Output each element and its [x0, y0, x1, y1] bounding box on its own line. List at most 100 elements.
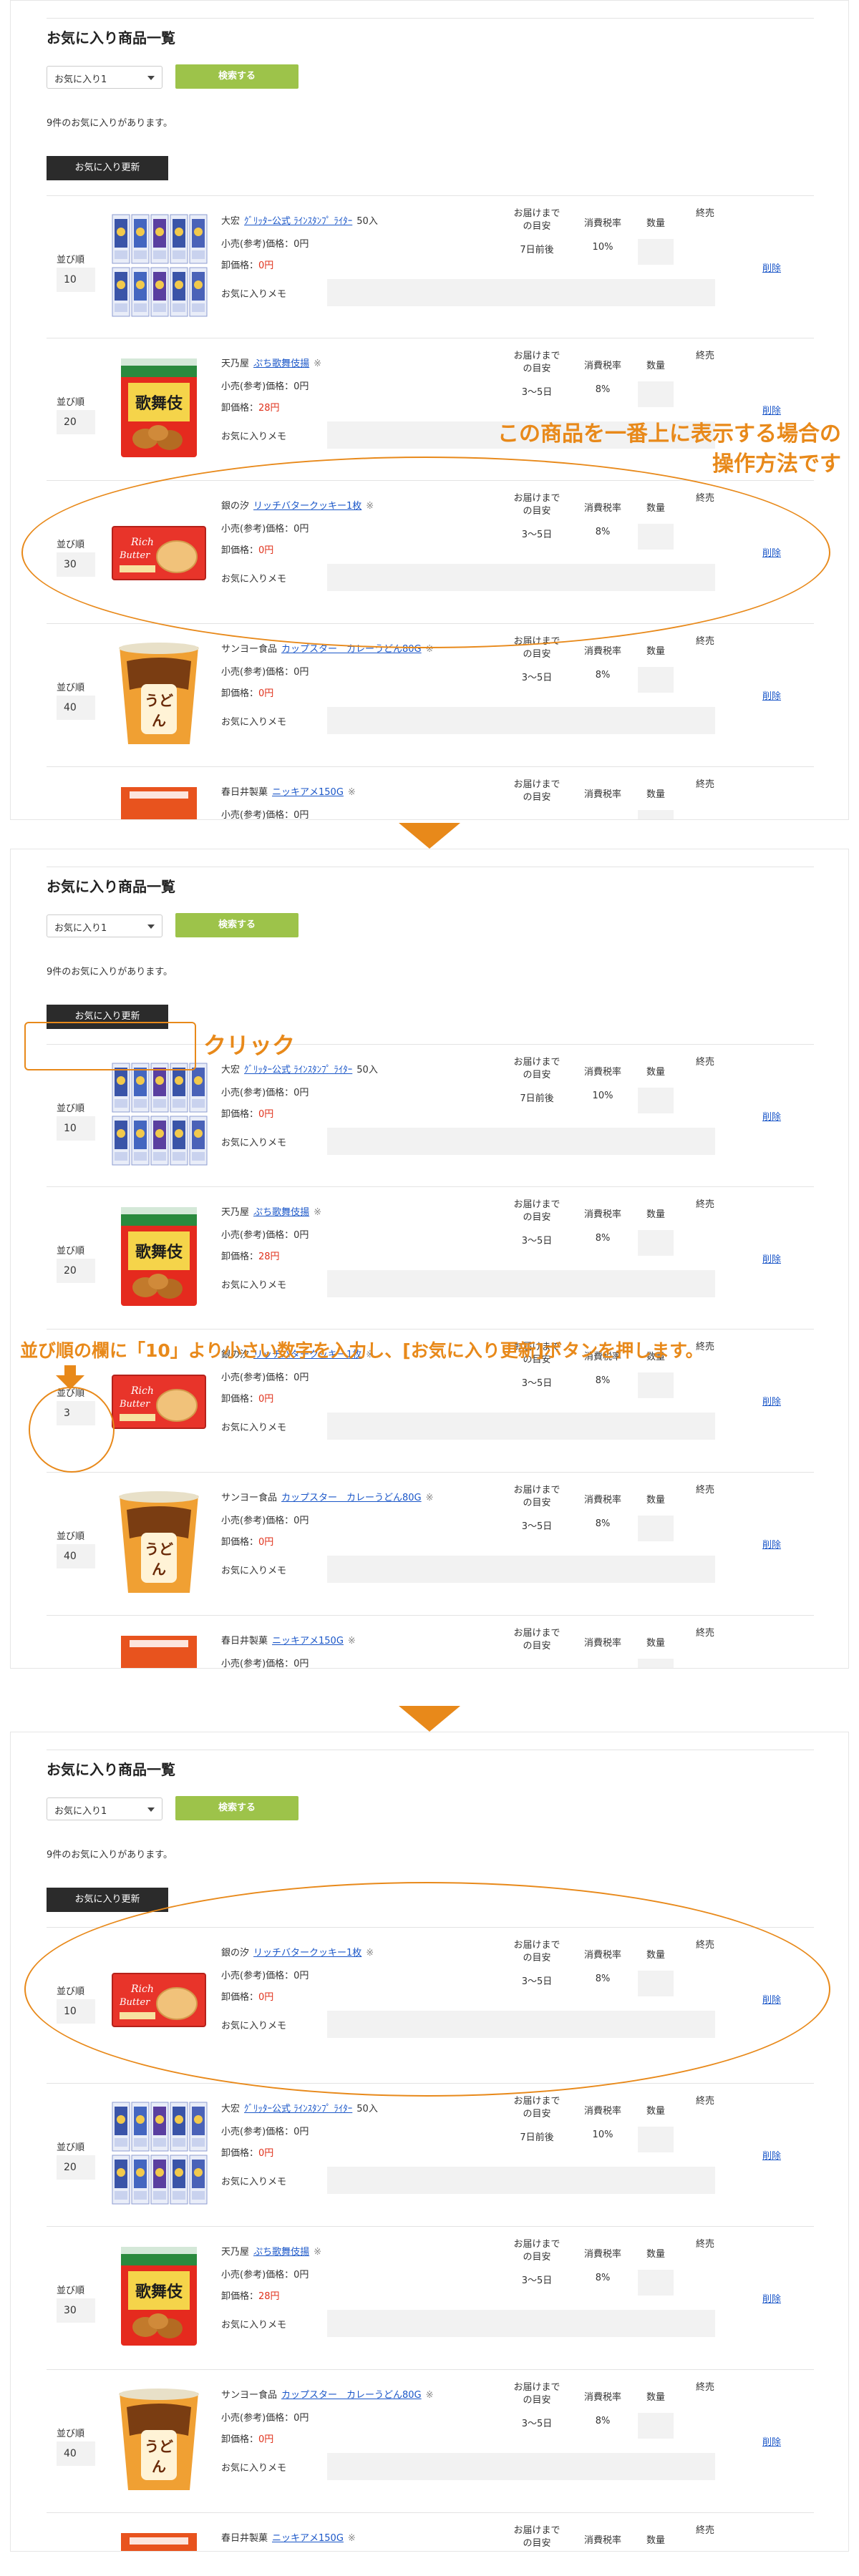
- quantity-input[interactable]: [638, 1516, 674, 1541]
- product-name-link[interactable]: ｸﾞﾘｯﾀｰ公式 ﾗｲﾝｽﾀﾝﾌﾟ ﾗｲﾀｰ: [244, 216, 352, 227]
- delete-link[interactable]: 削除: [762, 1394, 781, 1407]
- product-name-link[interactable]: ｸﾞﾘｯﾀｰ公式 ﾗｲﾝｽﾀﾝﾌﾟ ﾗｲﾀｰ: [244, 1065, 352, 1075]
- delete-link[interactable]: 削除: [762, 403, 781, 416]
- select-value: お気に入り1: [54, 923, 107, 934]
- product-image-sports[interactable]: [110, 2099, 208, 2207]
- sort-order-value: 40: [64, 1551, 77, 1562]
- qty-header: 数量: [646, 1495, 665, 1506]
- product-name-link[interactable]: ぷち歌舞伎揚: [253, 358, 309, 369]
- delete-link[interactable]: 削除: [762, 2434, 781, 2448]
- wholesale-label: 卸価格：: [221, 688, 259, 699]
- memo-input[interactable]: [327, 2167, 715, 2194]
- sort-order-input[interactable]: 30: [57, 2298, 95, 2323]
- quantity-input[interactable]: [638, 239, 674, 265]
- quantity-input[interactable]: [638, 2127, 674, 2152]
- sort-order-input[interactable]: 40: [57, 2441, 95, 2466]
- quantity-input[interactable]: [638, 667, 674, 693]
- delete-link[interactable]: 削除: [762, 2291, 781, 2305]
- favorites-count: 9件のお気に入りがあります。: [47, 118, 173, 129]
- memo-input[interactable]: [327, 279, 715, 306]
- product-note: 50入: [356, 216, 378, 227]
- memo-input[interactable]: [327, 1413, 715, 1440]
- product-note: ※: [314, 1207, 322, 1218]
- memo-input[interactable]: [327, 2453, 715, 2480]
- product-image-kabuki[interactable]: 歌舞伎: [110, 1203, 208, 1310]
- sort-order-label: 並び順: [57, 2429, 85, 2439]
- delete-link[interactable]: 削除: [762, 260, 781, 274]
- quantity-input[interactable]: [638, 1372, 674, 1398]
- product-name-link[interactable]: カップスター カレーうどん80G: [281, 2390, 422, 2401]
- memo-input[interactable]: [327, 1128, 715, 1155]
- product-name-link[interactable]: ニッキアメ150G: [272, 1636, 344, 1646]
- product-image-nikki[interactable]: [110, 783, 208, 819]
- search-button[interactable]: 検索する: [175, 913, 299, 937]
- discontinued-header: 終売: [695, 1485, 714, 1496]
- favorites-list-select[interactable]: お気に入り1: [47, 914, 162, 937]
- product-image-sports[interactable]: [110, 212, 208, 319]
- delivery-header: お届けまで の目安: [512, 1627, 562, 1653]
- sort-order-input[interactable]: 20: [57, 410, 95, 434]
- delete-link[interactable]: 削除: [762, 1252, 781, 1265]
- update-favorites-button[interactable]: お気に入り更新: [47, 1888, 168, 1912]
- sort-order-input[interactable]: 20: [57, 2155, 95, 2180]
- quantity-input[interactable]: [638, 381, 674, 407]
- product-image-nikki[interactable]: [110, 2529, 208, 2551]
- sort-order-input[interactable]: 10: [57, 268, 95, 292]
- memo-input[interactable]: [327, 707, 715, 734]
- product-image-udon[interactable]: うど ん: [110, 640, 208, 747]
- favorites-list-select[interactable]: お気に入り1: [47, 66, 162, 89]
- tax-header: 消費税率: [583, 218, 621, 229]
- sort-order-input[interactable]: 10: [57, 1116, 95, 1141]
- wholesale-label: 卸価格：: [221, 403, 259, 414]
- search-button[interactable]: 検索する: [175, 1796, 299, 1820]
- product-name-link[interactable]: ｸﾞﾘｯﾀｰ公式 ﾗｲﾝｽﾀﾝﾌﾟ ﾗｲﾀｰ: [244, 2104, 352, 2114]
- product-name-link[interactable]: ニッキアメ150G: [272, 787, 344, 798]
- product-name-link[interactable]: ぷち歌舞伎揚: [253, 1207, 309, 1218]
- maker-name: 天乃屋: [221, 1207, 250, 1218]
- page-title: お気に入り商品一覧: [47, 878, 175, 895]
- quantity-input[interactable]: [638, 1659, 674, 1668]
- svg-text:ん: ん: [152, 1561, 166, 1578]
- delivery-value: 3～5日: [521, 387, 553, 398]
- product-note: ※: [425, 1493, 434, 1503]
- wholesale-value: 0円: [258, 688, 274, 699]
- delivery-header-line1: お届けまで: [513, 1628, 560, 1639]
- product-image-kabuki[interactable]: 歌舞伎: [110, 2243, 208, 2350]
- quantity-input[interactable]: [638, 2413, 674, 2439]
- product-image-udon[interactable]: うど ん: [110, 2386, 208, 2493]
- search-button[interactable]: 検索する: [175, 64, 299, 89]
- delete-link[interactable]: 削除: [762, 688, 781, 702]
- retail-price: 小売(参考)価格：0円: [221, 810, 309, 820]
- quantity-input[interactable]: [638, 2270, 674, 2296]
- tax-value: 8%: [595, 1375, 611, 1386]
- delete-link[interactable]: 削除: [762, 1109, 781, 1123]
- qty-header: 数量: [646, 789, 665, 800]
- product-image-udon[interactable]: うど ん: [110, 1488, 208, 1596]
- favorites-list-select[interactable]: お気に入り1: [47, 1797, 162, 1820]
- product-image-kabuki[interactable]: 歌舞伎: [110, 354, 208, 462]
- delivery-value: 7日前後: [520, 1093, 554, 1104]
- update-favorites-button[interactable]: お気に入り更新: [47, 156, 168, 180]
- delete-link[interactable]: 削除: [762, 1537, 781, 1551]
- retail-price: 小売(参考)価格：0円: [221, 1230, 309, 1241]
- product-image-nikki[interactable]: [110, 1631, 208, 1668]
- product-name-link[interactable]: ニッキアメ150G: [272, 2533, 344, 2544]
- product-name-link[interactable]: カップスター カレーうどん80G: [281, 1493, 422, 1503]
- qty-header: 数量: [646, 1067, 665, 1078]
- memo-input[interactable]: [327, 1270, 715, 1297]
- sort-order-input[interactable]: 20: [57, 1259, 95, 1283]
- sort-order-input[interactable]: 40: [57, 696, 95, 720]
- favorites-count: 9件のお気に入りがあります。: [47, 967, 173, 977]
- discontinued-header: 終売: [695, 2525, 714, 2536]
- product-image-sports[interactable]: [110, 1060, 208, 1168]
- quantity-input[interactable]: [638, 1230, 674, 1256]
- quantity-input[interactable]: [638, 810, 674, 819]
- sort-order-input[interactable]: 40: [57, 1544, 95, 1568]
- delivery-header: お届けまで の目安: [512, 1484, 562, 1510]
- sort-order-label: 並び順: [57, 2142, 85, 2153]
- delete-link[interactable]: 削除: [762, 2148, 781, 2162]
- memo-input[interactable]: [327, 1556, 715, 1583]
- memo-input[interactable]: [327, 2310, 715, 2337]
- quantity-input[interactable]: [638, 1088, 674, 1113]
- product-name-link[interactable]: ぷち歌舞伎揚: [253, 2247, 309, 2258]
